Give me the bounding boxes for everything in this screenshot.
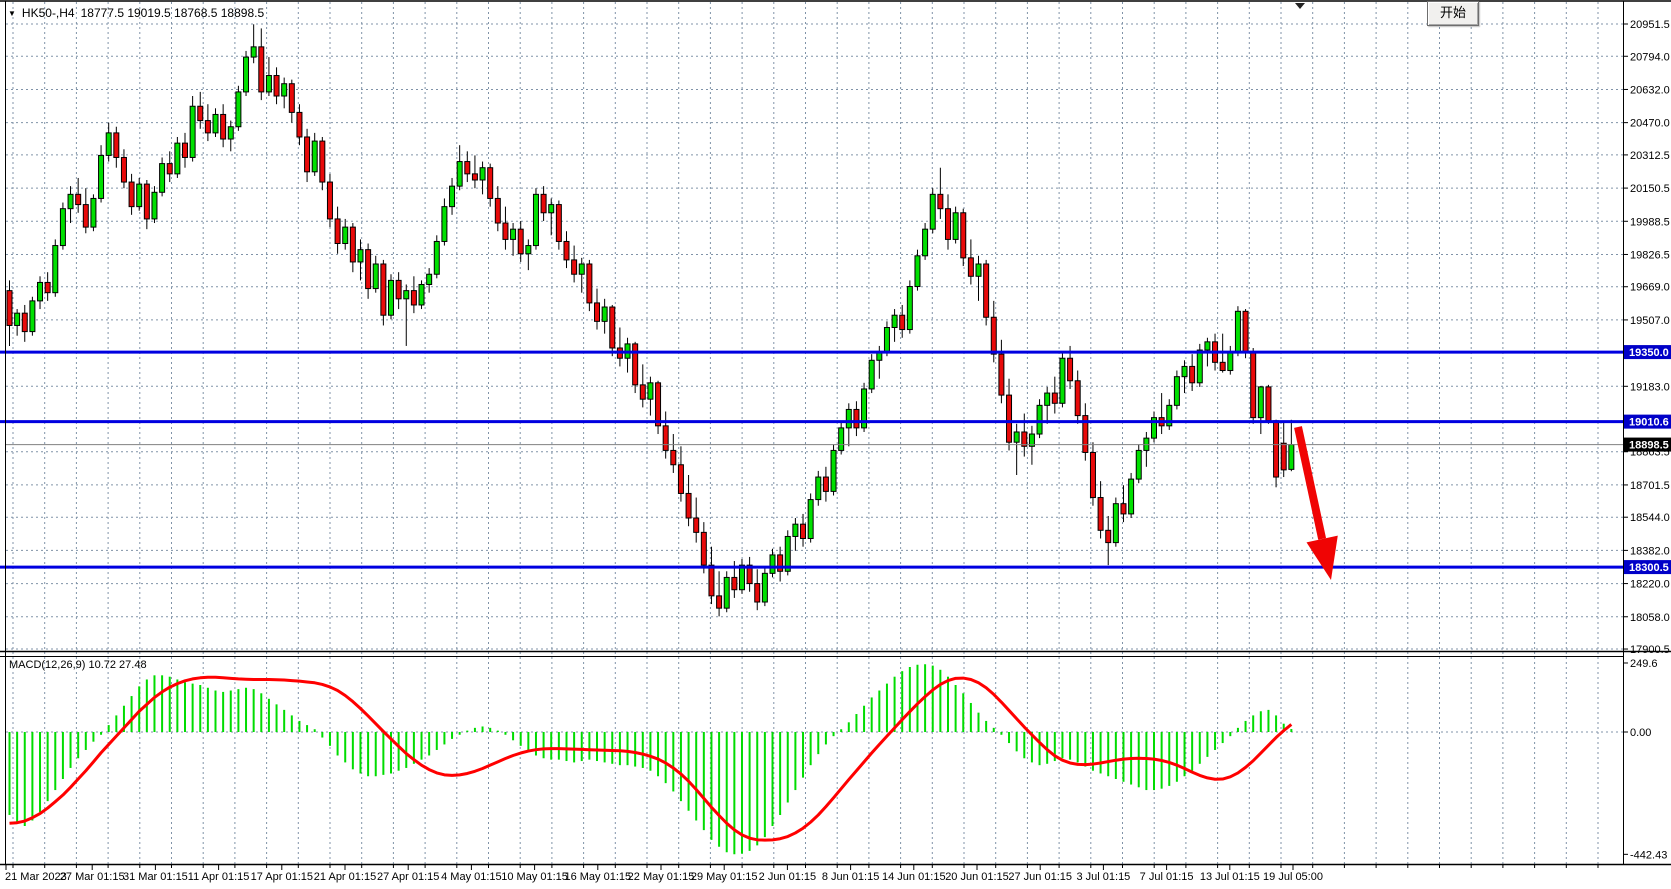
ohlc-values: 18777.5 19019.5 18768.5 18898.5 [81, 6, 265, 20]
mt4-chart-window: 20951.5 20794.0 20632.0 20470.0 20312.5 20150… [0, 0, 1671, 889]
price-axis-label: 17900.5 [1630, 644, 1670, 656]
symbol-period-label: HK50-,H4 [22, 6, 75, 20]
time-axis-label: 20 Jun 01:15 [945, 871, 1009, 883]
macd-indicator-label: MACD(12,26,9) 10.72 27.48 [9, 659, 147, 671]
price-axis-label: 18058.0 [1630, 612, 1670, 624]
time-axis-label: 31 Mar 01:15 [123, 871, 188, 883]
price-axis-label: 19669.0 [1630, 282, 1670, 294]
time-axis-label: 19 Jul 05:00 [1263, 871, 1323, 883]
time-axis-label: 21 Mar 2023 [5, 871, 67, 883]
start-button[interactable]: 开始 [1427, 1, 1479, 26]
price-axis-label: 19988.5 [1630, 216, 1670, 228]
price-axis-label: 20312.5 [1630, 150, 1670, 162]
price-axis-label: 18701.5 [1630, 480, 1670, 492]
time-axis-label: 17 Apr 01:15 [251, 871, 313, 883]
time-axis-label: 10 May 01:15 [501, 871, 568, 883]
time-axis-label: 2 Jun 01:15 [759, 871, 817, 883]
collapse-chart-icon[interactable]: ▼ [8, 9, 16, 18]
time-axis-label: 13 Jul 01:15 [1200, 871, 1260, 883]
price-axis-label: 20470.0 [1630, 118, 1670, 130]
time-axis-label: 29 May 01:15 [691, 871, 758, 883]
macd-axis-label: 0.00 [1630, 727, 1651, 739]
price-axis-label: 20632.0 [1630, 84, 1670, 96]
chart-canvas[interactable]: 20951.5 20794.0 20632.0 20470.0 20312.5 20150… [0, 0, 1671, 889]
time-axis-label: 7 Jul 01:15 [1140, 871, 1194, 883]
price-axis-label: 19183.0 [1630, 381, 1670, 393]
macd-axis-label: -442.43 [1630, 849, 1667, 861]
time-axis-label: 21 Apr 01:15 [314, 871, 376, 883]
price-axis-label: 18220.0 [1630, 579, 1670, 591]
time-axis-label: 8 Jun 01:15 [822, 871, 880, 883]
time-axis-label: 11 Apr 01:15 [188, 871, 250, 883]
time-axis-label: 16 May 01:15 [564, 871, 631, 883]
current-price-tag-text: 18898.5 [1629, 440, 1669, 452]
time-axis-label: 27 Apr 01:15 [377, 871, 439, 883]
price-axis-label: 19507.0 [1630, 315, 1670, 327]
price-axis-label: 20150.5 [1630, 183, 1670, 195]
price-axis-label: 20794.0 [1630, 51, 1670, 63]
hline-price-tag-text: 19350.0 [1629, 347, 1669, 359]
price-axis-label: 18544.0 [1630, 512, 1670, 524]
hline-price-tag-text: 19010.6 [1629, 417, 1669, 429]
time-axis-label: 27 Jun 01:15 [1008, 871, 1072, 883]
time-axis-label: 27 Mar 01:15 [60, 871, 125, 883]
macd-axis-label: 249.6 [1630, 658, 1658, 670]
hline-price-tag-text: 18300.5 [1629, 562, 1669, 574]
price-axis-label: 20951.5 [1630, 19, 1670, 31]
price-axis-label: 18382.0 [1630, 545, 1670, 557]
price-axis-label: 19826.5 [1630, 249, 1670, 261]
time-axis-label: 14 Jun 01:15 [882, 871, 946, 883]
time-axis-label: 3 Jul 01:15 [1076, 871, 1130, 883]
time-axis-label: 4 May 01:15 [441, 871, 502, 883]
time-axis-label: 22 May 01:15 [628, 871, 695, 883]
chart-header: ▼ HK50-,H4 18777.5 19019.5 18768.5 18898… [8, 6, 264, 20]
